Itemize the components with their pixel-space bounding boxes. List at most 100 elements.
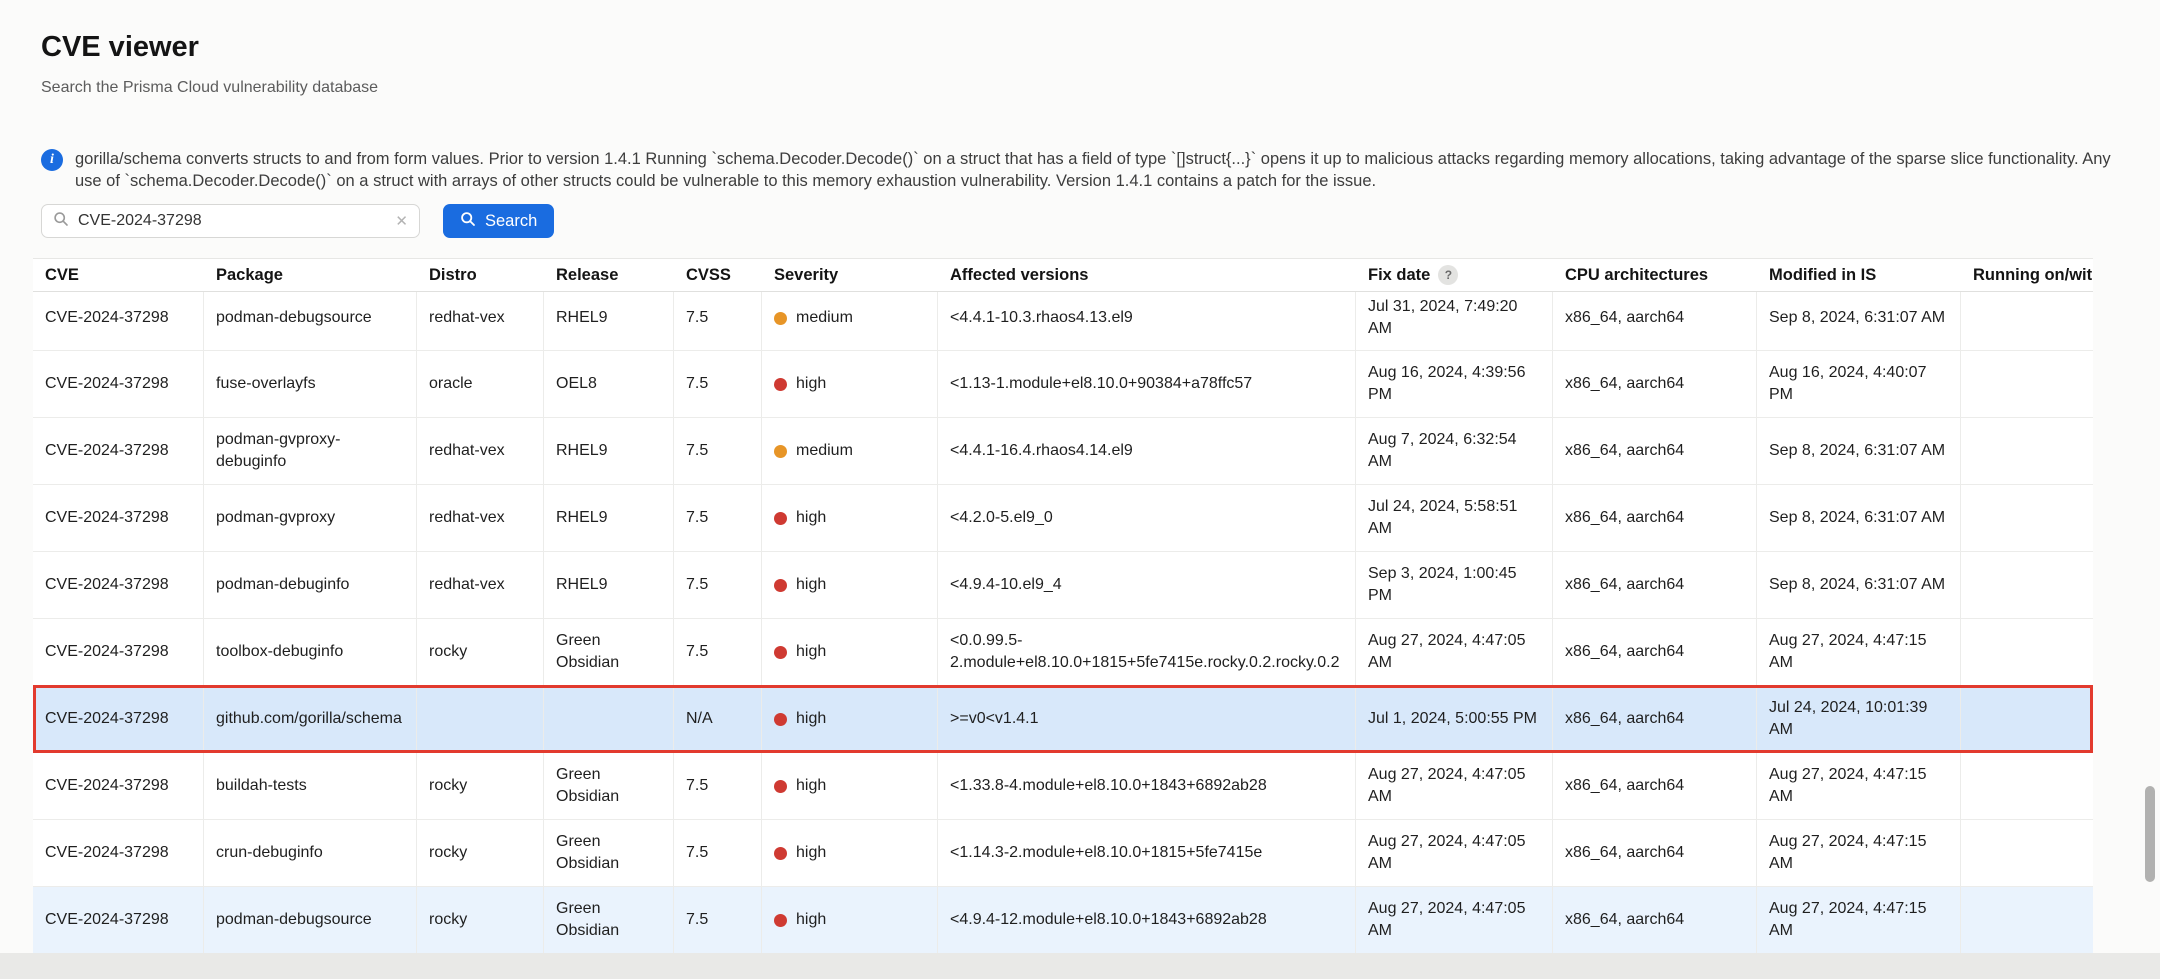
cell-cpu-architectures: x86_64, aarch64 xyxy=(1553,418,1757,484)
severity-label: high xyxy=(796,708,826,730)
cell-package: fuse-overlayfs xyxy=(204,351,417,417)
fix-date-help-icon[interactable]: ? xyxy=(1438,265,1458,285)
cell-cve: CVE-2024-37298 xyxy=(33,887,204,953)
clear-search-icon[interactable]: ✕ xyxy=(395,214,408,229)
scrollbar-thumb[interactable] xyxy=(2145,786,2155,882)
column-header-severity: Severity xyxy=(762,259,938,291)
cell-running-on-with xyxy=(1961,753,2093,819)
cve-description-banner: i gorilla/schema converts structs to and… xyxy=(41,148,2115,192)
cell-package: podman-gvproxy-debuginfo xyxy=(204,418,417,484)
severity-dot xyxy=(774,780,787,793)
severity-dot xyxy=(774,847,787,860)
cell-distro: redhat-vex xyxy=(417,485,544,551)
search-input[interactable] xyxy=(78,212,386,230)
column-header-release: Release xyxy=(544,259,674,291)
cell-fix-date: Jul 1, 2024, 5:00:55 PM xyxy=(1356,686,1553,752)
cell-package: github.com/gorilla/schema xyxy=(204,686,417,752)
severity-label: high xyxy=(796,574,826,596)
table-row[interactable]: CVE-2024-37298 podman-debugsource redhat… xyxy=(33,292,2093,351)
table-row[interactable]: CVE-2024-37298 buildah-tests rocky Green… xyxy=(33,753,2093,820)
table-row[interactable]: CVE-2024-37298 crun-debuginfo rocky Gree… xyxy=(33,820,2093,887)
page-subtitle: Search the Prisma Cloud vulnerability da… xyxy=(41,78,2160,98)
cell-modified-in-is: Sep 8, 2024, 6:31:07 AM xyxy=(1757,418,1961,484)
cell-cvss: 7.5 xyxy=(674,292,762,350)
cell-fix-date: Aug 27, 2024, 4:47:05 AM xyxy=(1356,753,1553,819)
column-header-cve: CVE xyxy=(33,259,204,291)
cell-cve: CVE-2024-37298 xyxy=(33,619,204,685)
search-input-wrapper[interactable]: ✕ xyxy=(41,204,420,238)
cell-release: RHEL9 xyxy=(544,418,674,484)
column-header-fix-date-label: Fix date xyxy=(1368,266,1430,285)
column-header-cvss: CVSS xyxy=(674,259,762,291)
column-header-running-on-with: Running on/with xyxy=(1961,259,2093,291)
cell-release: OEL8 xyxy=(544,351,674,417)
cell-cpu-architectures: x86_64, aarch64 xyxy=(1553,351,1757,417)
cell-cvss: 7.5 xyxy=(674,418,762,484)
cell-fix-date: Jul 24, 2024, 5:58:51 AM xyxy=(1356,485,1553,551)
table-row[interactable]: CVE-2024-37298 podman-debuginfo redhat-v… xyxy=(33,552,2093,619)
cell-fix-date: Aug 27, 2024, 4:47:05 AM xyxy=(1356,820,1553,886)
cell-cvss: 7.5 xyxy=(674,485,762,551)
cell-distro: rocky xyxy=(417,753,544,819)
cell-severity: high xyxy=(762,686,938,752)
cell-affected-versions: <4.9.4-12.module+el8.10.0+1843+6892ab28 xyxy=(938,887,1356,953)
cell-fix-date: Aug 27, 2024, 4:47:05 AM xyxy=(1356,887,1553,953)
severity-label: high xyxy=(796,373,826,395)
column-header-cpu-architectures: CPU architectures xyxy=(1553,259,1757,291)
cell-distro xyxy=(417,686,544,752)
cell-modified-in-is: Aug 27, 2024, 4:47:15 AM xyxy=(1757,887,1961,953)
cell-severity: medium xyxy=(762,292,938,350)
cell-severity: high xyxy=(762,820,938,886)
severity-dot xyxy=(774,914,787,927)
cell-severity: high xyxy=(762,485,938,551)
cell-package: buildah-tests xyxy=(204,753,417,819)
cell-distro: redhat-vex xyxy=(417,292,544,350)
cell-cpu-architectures: x86_64, aarch64 xyxy=(1553,619,1757,685)
cve-viewer-app: CVE viewer Search the Prisma Cloud vulne… xyxy=(0,0,2160,953)
cell-fix-date: Sep 3, 2024, 1:00:45 PM xyxy=(1356,552,1553,618)
table-row[interactable]: CVE-2024-37298 toolbox-debuginfo rocky G… xyxy=(33,619,2093,686)
severity-label: high xyxy=(796,775,826,797)
cell-release: Green Obsidian xyxy=(544,619,674,685)
cell-distro: rocky xyxy=(417,820,544,886)
table-row[interactable]: CVE-2024-37298 github.com/gorilla/schema… xyxy=(33,686,2093,753)
cell-release: RHEL9 xyxy=(544,292,674,350)
cell-distro: redhat-vex xyxy=(417,418,544,484)
cell-cpu-architectures: x86_64, aarch64 xyxy=(1553,292,1757,350)
cell-modified-in-is: Aug 16, 2024, 4:40:07 PM xyxy=(1757,351,1961,417)
cell-modified-in-is: Aug 27, 2024, 4:47:15 AM xyxy=(1757,619,1961,685)
table-row[interactable]: CVE-2024-37298 podman-debugsource rocky … xyxy=(33,887,2093,953)
cell-modified-in-is: Sep 8, 2024, 6:31:07 AM xyxy=(1757,292,1961,350)
table-row[interactable]: CVE-2024-37298 podman-gvproxy redhat-vex… xyxy=(33,485,2093,552)
cell-affected-versions: <4.4.1-16.4.rhaos4.14.el9 xyxy=(938,418,1356,484)
cell-running-on-with xyxy=(1961,552,2093,618)
cell-distro: rocky xyxy=(417,887,544,953)
cell-cve: CVE-2024-37298 xyxy=(33,418,204,484)
cell-modified-in-is: Aug 27, 2024, 4:47:15 AM xyxy=(1757,820,1961,886)
table-row[interactable]: CVE-2024-37298 fuse-overlayfs oracle OEL… xyxy=(33,351,2093,418)
cell-release: RHEL9 xyxy=(544,485,674,551)
table-body: CVE-2024-37298 podman-debugsource redhat… xyxy=(33,292,2093,953)
cell-running-on-with xyxy=(1961,418,2093,484)
cell-cpu-architectures: x86_64, aarch64 xyxy=(1553,485,1757,551)
cell-cvss: 7.5 xyxy=(674,820,762,886)
search-button[interactable]: Search xyxy=(443,204,554,238)
cell-cvss: 7.5 xyxy=(674,351,762,417)
cell-running-on-with xyxy=(1961,887,2093,953)
severity-dot xyxy=(774,378,787,391)
cell-distro: oracle xyxy=(417,351,544,417)
cell-cpu-architectures: x86_64, aarch64 xyxy=(1553,686,1757,752)
severity-dot xyxy=(774,312,787,325)
cell-severity: high xyxy=(762,887,938,953)
column-header-affected-versions: Affected versions xyxy=(938,259,1356,291)
cell-package: podman-debugsource xyxy=(204,292,417,350)
cell-severity: medium xyxy=(762,418,938,484)
cell-affected-versions: <4.2.0-5.el9_0 xyxy=(938,485,1356,551)
column-header-distro: Distro xyxy=(417,259,544,291)
search-button-icon xyxy=(460,211,476,232)
cell-cpu-architectures: x86_64, aarch64 xyxy=(1553,552,1757,618)
severity-label: medium xyxy=(796,307,853,329)
column-header-package: Package xyxy=(204,259,417,291)
table-row[interactable]: CVE-2024-37298 podman-gvproxy-debuginfo … xyxy=(33,418,2093,485)
search-bar: ✕ Search xyxy=(41,204,2160,238)
